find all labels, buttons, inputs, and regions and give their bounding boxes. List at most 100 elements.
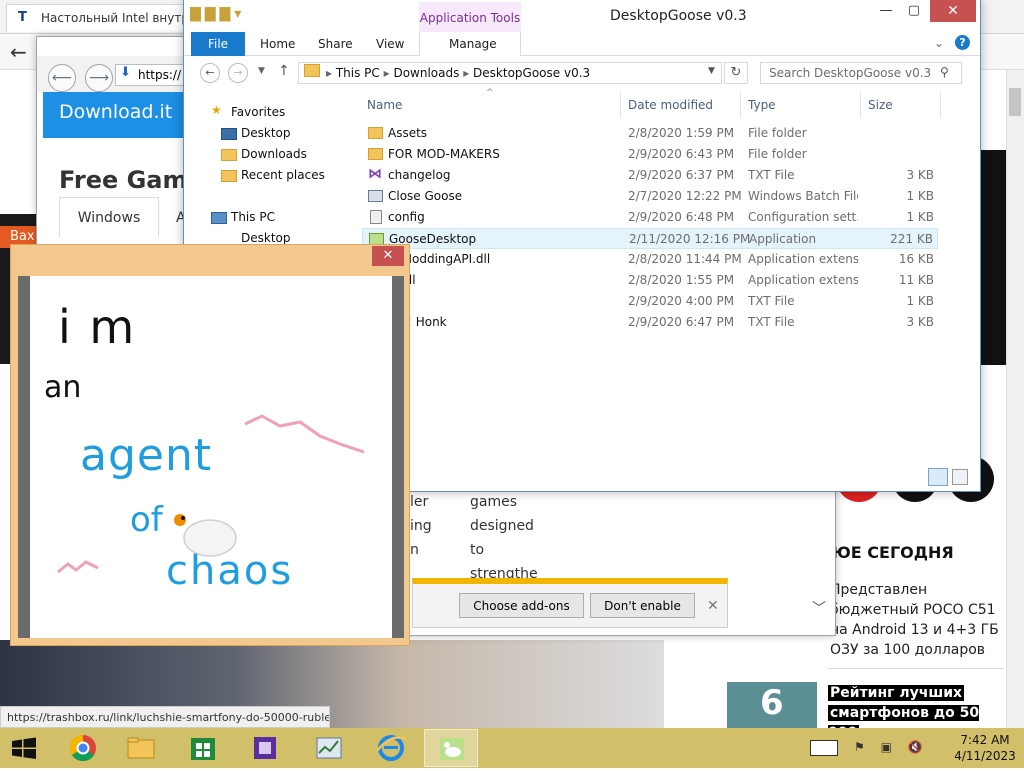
- up-arrow-icon[interactable]: ↑: [278, 63, 290, 79]
- pink-scribble: [244, 414, 365, 454]
- pink-scribble: [57, 560, 99, 574]
- window-title: DesktopGoose v0.3: [610, 8, 747, 24]
- notification-close-icon[interactable]: ✕: [707, 598, 719, 614]
- file-row[interactable]: config 2/9/2020 6:48 PM Configuration se…: [362, 207, 938, 228]
- cpu-chip-icon: [254, 737, 276, 759]
- file-row[interactable]: ⋈ changelog 2/9/2020 6:37 PM TXT File 3 …: [362, 165, 938, 186]
- column-separator[interactable]: [620, 92, 621, 118]
- search-icon[interactable]: ⚲: [940, 65, 949, 79]
- news-item-link[interactable]: Представлен бюджетный POCO C51 на Androi…: [830, 580, 1000, 660]
- store-icon: [191, 738, 215, 760]
- folder-icon: [304, 64, 320, 77]
- explorer-forward-icon[interactable]: →: [228, 63, 248, 83]
- chip-app-taskbar-button[interactable]: [238, 729, 292, 767]
- file-row[interactable]: me! Honk 2/9/2020 6:47 PM TXT File 3 KB: [362, 312, 938, 333]
- column-header-date[interactable]: Date modified: [628, 98, 713, 112]
- browser-tab[interactable]: Настольный Intel внутри: [6, 4, 186, 32]
- breadcrumb[interactable]: ▸ This PC ▸ Downloads ▸ DesktopGoose v0.…: [326, 66, 590, 80]
- ie-back-icon[interactable]: ⟵: [48, 64, 76, 92]
- breadcrumb-this-pc[interactable]: This PC: [336, 66, 380, 80]
- ie-forward-icon[interactable]: ⟶: [85, 64, 113, 92]
- refresh-icon[interactable]: ↻: [724, 62, 748, 84]
- note-text-line: chaos: [166, 548, 294, 594]
- maximize-icon[interactable]: ▢: [900, 0, 928, 22]
- minimize-icon[interactable]: —: [872, 0, 900, 22]
- sort-indicator-icon: ^: [486, 88, 494, 98]
- file-row[interactable]: Assets 2/8/2020 1:59 PM File folder: [362, 123, 938, 144]
- news-section-heading: ЮЕ СЕГОДНЯ: [832, 543, 954, 562]
- column-separator[interactable]: [860, 92, 861, 118]
- dont-enable-button[interactable]: Don't enable: [590, 593, 695, 618]
- scroll-down-chevron-icon[interactable]: ﹀: [812, 598, 826, 618]
- tab-share[interactable]: Share: [318, 37, 353, 51]
- performance-monitor-icon: [316, 737, 342, 759]
- goose-taskbar-button[interactable]: [424, 729, 478, 767]
- ie-taskbar-button[interactable]: [364, 729, 418, 767]
- column-header-size[interactable]: Size: [868, 98, 893, 112]
- tab-home[interactable]: Home: [260, 37, 295, 51]
- breadcrumb-downloads[interactable]: Downloads: [393, 66, 459, 80]
- note-close-icon[interactable]: ✕: [372, 246, 404, 266]
- column-header-name[interactable]: Name: [367, 98, 402, 112]
- store-taskbar-button[interactable]: [176, 729, 230, 767]
- column-separator[interactable]: [740, 92, 741, 118]
- file-row[interactable]: ons 2/9/2020 4:00 PM TXT File 1 KB: [362, 291, 938, 312]
- address-dropdown-icon[interactable]: ▼: [708, 66, 715, 76]
- task-manager-taskbar-button[interactable]: [302, 729, 356, 767]
- site-logo-banner[interactable]: Download.it: [43, 92, 188, 138]
- this-pc-icon: [211, 212, 227, 224]
- close-icon[interactable]: ✕: [930, 0, 976, 22]
- file-row[interactable]: Close Goose 2/7/2020 12:22 PM Windows Ba…: [362, 186, 938, 207]
- touch-keyboard-icon[interactable]: [810, 740, 838, 756]
- nav-item-pc-desktop[interactable]: Desktop: [241, 231, 291, 245]
- nav-item-recent-places[interactable]: Recent places: [241, 168, 325, 182]
- tab-file[interactable]: File: [191, 32, 245, 56]
- breadcrumb-current-folder[interactable]: DesktopGoose v0.3: [473, 66, 590, 80]
- explorer-taskbar-button[interactable]: [114, 729, 168, 767]
- batch-file-icon: [368, 190, 383, 202]
- recent-places-icon: [221, 170, 237, 182]
- recent-locations-dropdown-icon[interactable]: ▼: [258, 66, 265, 76]
- file-row[interactable]: Q.dll 2/8/2020 1:55 PM Application exten…: [362, 270, 938, 291]
- goose-eye-icon: [181, 516, 185, 520]
- browser-tab-title: Настольный Intel внутри: [41, 11, 186, 25]
- ribbon-tab-bar: [184, 32, 980, 56]
- scrollbar-thumb[interactable]: [1009, 88, 1021, 116]
- site-favicon-icon: T: [18, 10, 27, 25]
- ribbon-expand-chevron-icon[interactable]: ⌄: [934, 36, 944, 50]
- explorer-title-bar[interactable]: [184, 0, 980, 32]
- explorer-back-icon[interactable]: ←: [200, 63, 220, 83]
- search-input[interactable]: Search DesktopGoose v0.3: [760, 62, 962, 84]
- windows-start-icon[interactable]: [0, 729, 48, 767]
- file-row[interactable]: seModdingAPI.dll 2/8/2020 11:44 PM Appli…: [362, 249, 938, 270]
- nav-item-this-pc[interactable]: This PC: [231, 210, 275, 224]
- help-icon[interactable]: ?: [955, 35, 970, 50]
- system-tray-icons[interactable]: ⚑ ▣ 🔇: [854, 740, 929, 754]
- large-icons-view-icon[interactable]: [952, 469, 968, 485]
- tab-manage[interactable]: Manage: [449, 37, 497, 51]
- page-scrollbar[interactable]: [1006, 70, 1024, 728]
- chrome-icon: [69, 734, 96, 762]
- nav-item-downloads[interactable]: Downloads: [241, 147, 307, 161]
- nav-item-desktop[interactable]: Desktop: [241, 126, 291, 140]
- favorites-star-icon: ★: [211, 103, 222, 117]
- column-header-type[interactable]: Type: [748, 98, 776, 112]
- choose-addons-button[interactable]: Choose add-ons: [459, 593, 584, 618]
- file-row-selected[interactable]: GooseDesktop 2/11/2020 12:16 PM Applicat…: [362, 228, 938, 249]
- column-separator[interactable]: [940, 92, 941, 118]
- download-arrow-icon: ⬇: [120, 65, 131, 80]
- folder-icon: [368, 148, 383, 160]
- details-view-icon[interactable]: [928, 468, 948, 486]
- desktop-icon: [221, 128, 237, 140]
- tab-view[interactable]: View: [376, 37, 404, 51]
- folder-icon: [368, 127, 383, 139]
- tab-windows[interactable]: Windows: [59, 197, 159, 237]
- quick-access-toolbar[interactable]: ▇▇▇▾: [190, 6, 245, 22]
- taskbar-clock[interactable]: 7:42 AM 4/11/2023: [950, 732, 1020, 764]
- chrome-taskbar-button[interactable]: [56, 729, 110, 767]
- clock-date: 4/11/2023: [954, 749, 1016, 763]
- file-explorer-icon: [127, 737, 155, 759]
- file-row[interactable]: FOR MOD-MAKERS 2/9/2020 6:43 PM File fol…: [362, 144, 938, 165]
- back-arrow-icon[interactable]: ←: [10, 40, 27, 64]
- nav-item-favorites[interactable]: Favorites: [231, 105, 285, 119]
